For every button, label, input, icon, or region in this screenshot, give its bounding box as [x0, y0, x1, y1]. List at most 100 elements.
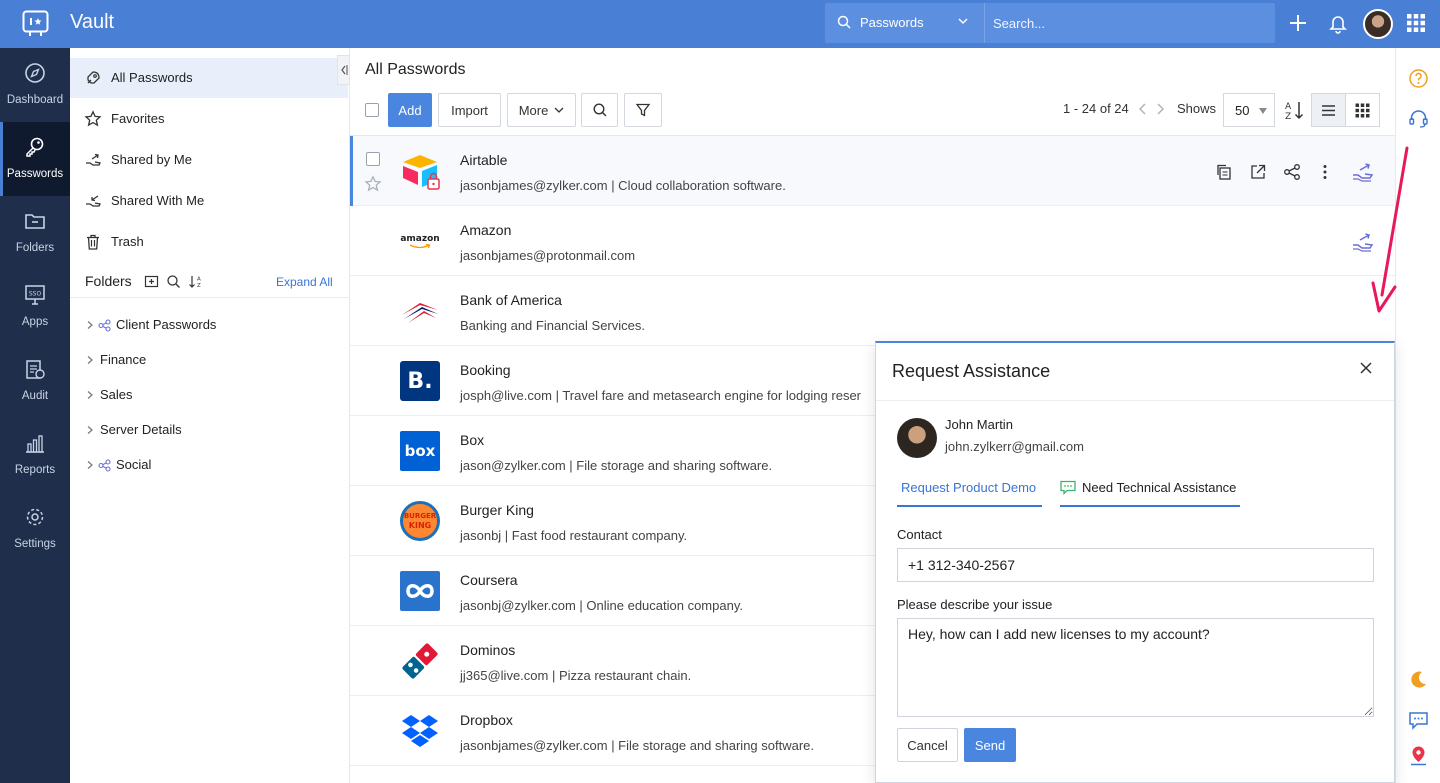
more-vertical-icon[interactable]	[1316, 163, 1334, 181]
row-checkbox[interactable]	[366, 152, 380, 166]
passwords-sidebar: All Passwords Favorites Shared by Me Sha…	[70, 48, 350, 783]
page-title: All Passwords	[365, 61, 466, 78]
nav-passwords[interactable]: Passwords	[0, 122, 70, 196]
nav-folders-label: Folders	[15, 242, 55, 254]
nav-apps[interactable]: SSO Apps	[0, 270, 70, 344]
chevron-right-icon	[87, 426, 93, 434]
dark-mode-moon-icon[interactable]	[1408, 669, 1429, 690]
row-description: jason@zylker.com | File storage and shar…	[460, 458, 773, 473]
filter-icon	[635, 103, 651, 117]
sidebar-item-label: Trash	[111, 234, 144, 249]
svg-text:A: A	[197, 277, 201, 283]
box-logo: box	[400, 431, 440, 471]
svg-text:Z: Z	[1285, 112, 1291, 121]
row-name: Box	[460, 432, 485, 448]
sso-icon: SSO	[25, 285, 45, 305]
row-name: Coursera	[460, 572, 518, 588]
issue-textarea[interactable]: Hey, how can I add new licenses to my ac…	[897, 618, 1374, 717]
app-grid-icon[interactable]	[1405, 12, 1427, 34]
row-name: Dominos	[460, 642, 516, 658]
burger-king-logo: BURGER KING	[400, 501, 440, 541]
pagination-range: 1 - 24 of 24	[1063, 101, 1129, 116]
shared-folder-icon	[98, 319, 111, 332]
nav-audit[interactable]: Audit	[0, 344, 70, 418]
contact-field[interactable]	[897, 548, 1374, 582]
bar-chart-icon	[26, 435, 44, 453]
sidebar-collapse-handle[interactable]	[337, 55, 350, 85]
share-icon[interactable]	[1283, 163, 1301, 181]
password-row-airtable[interactable]: Airtable jasonbjames@zylker.com | Cloud …	[350, 136, 1395, 206]
folder-social[interactable]: Social	[85, 454, 245, 478]
tab-underline	[1060, 505, 1240, 507]
plus-icon[interactable]	[1287, 12, 1309, 34]
nav-passwords-label: Passwords	[6, 168, 64, 180]
nav-audit-label: Audit	[21, 390, 49, 402]
row-description: jj365@live.com | Pizza restaurant chain.	[460, 668, 692, 683]
import-button[interactable]: Import	[438, 93, 501, 127]
nav-settings[interactable]: Settings	[0, 492, 70, 566]
star-icon[interactable]	[364, 175, 382, 193]
support-headset-icon[interactable]	[1408, 108, 1429, 129]
add-button[interactable]: Add	[388, 93, 432, 127]
row-description: jasonbjames@zylker.com | File storage an…	[460, 738, 815, 753]
list-view-button[interactable]	[1312, 94, 1346, 126]
bell-icon[interactable]	[1327, 12, 1349, 34]
search-input[interactable]	[993, 11, 1263, 35]
open-external-icon[interactable]	[1249, 163, 1267, 181]
clipboard-icon	[26, 360, 45, 379]
burger-king-logo-text: KING	[408, 521, 432, 530]
search-button[interactable]	[581, 93, 618, 127]
more-button[interactable]: More	[507, 93, 576, 127]
filter-button[interactable]	[624, 93, 662, 127]
chevron-left-icon[interactable]	[1137, 102, 1149, 116]
cancel-button[interactable]: Cancel	[897, 728, 958, 762]
add-folder-icon[interactable]	[144, 274, 159, 289]
password-row-amazon[interactable]: amazon Amazon jasonbjames@protonmail.com	[350, 206, 1395, 276]
nav-folders[interactable]: Folders	[0, 196, 70, 270]
main-navigation-rail: Dashboard Passwords Folders SSO Apps Aud…	[0, 48, 70, 783]
password-row-bank-of-america[interactable]: Bank of America Banking and Financial Se…	[350, 276, 1395, 346]
global-search: Passwords	[825, 3, 1275, 43]
per-page-select[interactable]: 50	[1223, 93, 1275, 127]
folder-label: Sales	[100, 387, 133, 402]
folder-label: Finance	[100, 352, 147, 367]
send-button[interactable]: Send	[964, 728, 1016, 762]
key-icon	[26, 137, 44, 157]
folder-client-passwords[interactable]: Client Passwords	[85, 314, 245, 338]
chat-icon[interactable]	[1408, 710, 1429, 731]
location-pin-icon[interactable]	[1408, 745, 1429, 766]
close-icon[interactable]	[1359, 361, 1373, 375]
vault-logo-icon[interactable]	[22, 10, 49, 37]
sidebar-item-shared-with-me[interactable]: Shared With Me	[70, 181, 348, 221]
nav-reports[interactable]: Reports	[0, 418, 70, 492]
folder-label: Client Passwords	[116, 317, 217, 332]
folder-server-details[interactable]: Server Details	[85, 419, 245, 443]
row-description: jasonbjames@zylker.com | Cloud collabora…	[460, 178, 786, 193]
search-folder-icon[interactable]	[166, 274, 181, 289]
sidebar-item-shared-by-me[interactable]: Shared by Me	[70, 140, 348, 180]
folder-sales[interactable]: Sales	[85, 384, 245, 408]
sort-folders-icon[interactable]: AZ	[188, 274, 203, 289]
user-avatar[interactable]	[1363, 9, 1393, 39]
folder-finance[interactable]: Finance	[85, 349, 245, 373]
copy-icon[interactable]	[1215, 163, 1233, 181]
chevron-right-icon	[87, 356, 93, 364]
sidebar-item-trash[interactable]: Trash	[70, 222, 348, 262]
caret-down-icon	[1259, 108, 1267, 114]
more-button-label: More	[518, 102, 549, 118]
chevron-right-icon[interactable]	[1154, 102, 1166, 116]
select-all-checkbox[interactable]	[365, 103, 379, 117]
sort-icon[interactable]: AZ	[1284, 99, 1306, 121]
sidebar-item-label: Favorites	[111, 111, 165, 126]
help-icon[interactable]	[1408, 68, 1429, 89]
tab-underline	[897, 505, 1042, 507]
search-scope-dropdown[interactable]: Passwords	[825, 3, 985, 43]
expand-all-link[interactable]: Expand All	[276, 275, 333, 289]
sidebar-item-label: Shared With Me	[111, 193, 205, 208]
tab-request-product-demo[interactable]: Request Product Demo	[901, 480, 1036, 495]
amazon-logo-text: amazon	[400, 233, 440, 244]
grid-view-button[interactable]	[1346, 94, 1380, 126]
nav-dashboard[interactable]: Dashboard	[0, 48, 70, 122]
sidebar-item-all-passwords[interactable]: All Passwords	[70, 58, 348, 98]
sidebar-item-favorites[interactable]: Favorites	[70, 99, 348, 139]
